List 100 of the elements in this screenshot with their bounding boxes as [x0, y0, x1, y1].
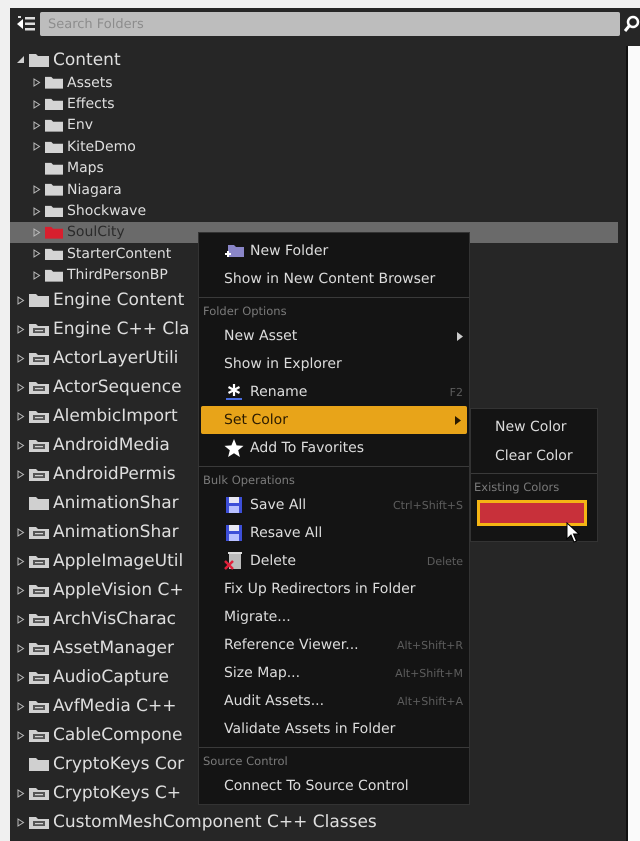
search-icon[interactable] — [624, 15, 640, 33]
menu-item[interactable]: Migrate... — [199, 603, 469, 631]
folder-item[interactable]: AndroidMedia — [10, 430, 170, 460]
menu-item[interactable]: New Color — [471, 412, 597, 441]
menu-item-label: New Asset — [224, 328, 298, 344]
collapsed-arrow-icon[interactable] — [16, 440, 25, 450]
menu-item[interactable]: Resave All — [199, 519, 469, 547]
code-folder-icon — [29, 641, 49, 656]
collapsed-arrow-icon[interactable] — [16, 788, 25, 798]
menu-item[interactable]: Clear Color — [471, 441, 597, 470]
folder-item[interactable]: AnimationShar — [10, 488, 179, 518]
folder-item[interactable]: Shockwave — [10, 200, 146, 222]
save-icon — [224, 496, 244, 514]
collapsed-arrow-icon[interactable] — [32, 100, 41, 109]
collapsed-arrow-icon[interactable] — [32, 142, 41, 152]
tree-toggle-icon[interactable] — [16, 15, 36, 33]
folder-item[interactable]: StarterContent — [10, 243, 172, 265]
shortcut-label: Ctrl+Shift+S — [393, 498, 463, 512]
folder-item[interactable]: ArchVisCharac — [10, 604, 176, 634]
asterisk-icon — [224, 383, 244, 401]
folder-item[interactable]: AnimationShar — [10, 518, 179, 547]
collapsed-arrow-icon[interactable] — [16, 470, 25, 479]
menu-item[interactable]: Connect To Source Control — [199, 772, 469, 800]
collapsed-arrow-icon[interactable] — [32, 185, 41, 194]
menu-item-label: Rename — [250, 384, 308, 400]
menu-section-header: Bulk Operations — [199, 466, 469, 491]
trash-icon — [224, 552, 244, 570]
folder-item[interactable]: KiteDemo — [10, 136, 136, 158]
collapsed-arrow-icon[interactable] — [16, 614, 25, 624]
code-folder-icon — [29, 815, 49, 830]
folder-item[interactable]: AudioCapture — [10, 662, 169, 692]
save-icon — [224, 524, 244, 542]
collapsed-arrow-icon[interactable] — [16, 586, 25, 595]
folder-item[interactable]: AlembicImport — [10, 402, 178, 431]
collapsed-arrow-icon[interactable] — [32, 206, 41, 216]
collapsed-arrow-icon[interactable] — [16, 818, 25, 827]
collapsed-arrow-icon[interactable] — [32, 270, 41, 280]
shortcut-label: Alt+Shift+M — [395, 666, 463, 680]
menu-item[interactable]: Size Map... Alt+Shift+M — [199, 659, 469, 687]
menu-item[interactable]: Set Color — [201, 406, 467, 434]
folder-item[interactable]: CableCompone — [10, 720, 183, 750]
folder-item[interactable]: CustomMeshComponent C++ Classes — [10, 808, 377, 837]
collapsed-arrow-icon[interactable] — [32, 249, 41, 258]
folder-item[interactable]: Engine C++ Cla — [10, 314, 190, 344]
collapsed-arrow-icon[interactable] — [16, 324, 25, 334]
collapsed-arrow-icon[interactable] — [32, 78, 41, 88]
menu-item[interactable]: New Folder — [199, 237, 469, 265]
menu-item[interactable]: Show in Explorer — [199, 350, 469, 378]
folder-item[interactable]: Env — [10, 114, 94, 136]
folder-item[interactable]: ActorSequence — [10, 372, 182, 402]
folder-item[interactable]: CryptoKeys Cor — [10, 750, 184, 779]
folder-item[interactable]: Maps — [10, 158, 104, 179]
collapsed-arrow-icon[interactable] — [16, 672, 25, 682]
folder-item[interactable]: AvfMedia C++ — [10, 692, 176, 721]
expanded-arrow-icon[interactable] — [16, 55, 25, 64]
menu-item[interactable]: Save All Ctrl+Shift+S — [199, 491, 469, 519]
folder-item[interactable]: Effects — [10, 93, 115, 115]
code-folder-icon — [29, 612, 49, 626]
menu-item[interactable]: Add To Favorites — [199, 434, 469, 462]
folder-item[interactable]: AssetManager — [10, 634, 174, 663]
code-folder-icon — [29, 438, 49, 452]
folder-item[interactable]: Assets — [10, 72, 113, 94]
collapsed-arrow-icon[interactable] — [16, 730, 25, 740]
menu-item[interactable]: Audit Assets... Alt+Shift+A — [199, 687, 469, 715]
collapsed-arrow-icon[interactable] — [16, 296, 25, 305]
folder-item[interactable]: Engine Content — [10, 286, 184, 315]
code-folder-icon — [29, 670, 49, 684]
menu-item[interactable]: Validate Assets in Folder — [199, 715, 469, 743]
collapsed-arrow-icon[interactable] — [16, 354, 25, 363]
folder-item[interactable]: ActorLayerUtili — [10, 344, 178, 373]
mouse-cursor-icon — [566, 522, 580, 544]
collapsed-arrow-icon[interactable] — [16, 412, 25, 421]
menu-item[interactable]: New Asset — [199, 322, 469, 350]
menu-item-label: Fix Up Redirectors in Folder — [224, 581, 417, 597]
menu-item-label: Delete — [250, 553, 297, 569]
collapsed-arrow-icon[interactable] — [16, 528, 25, 537]
menu-item[interactable]: Reference Viewer... Alt+Shift+R — [199, 631, 469, 659]
folder-item[interactable]: AndroidPermis — [10, 460, 176, 489]
folder-item[interactable]: CryptoKeys C+ — [10, 778, 181, 808]
collapsed-arrow-icon[interactable] — [32, 120, 41, 130]
menu-item[interactable]: Show in New Content Browser — [199, 265, 469, 293]
menu-item-label: New Folder — [250, 243, 330, 259]
collapsed-arrow-icon[interactable] — [16, 382, 25, 392]
folder-item[interactable]: AppleVision C+ — [10, 576, 184, 605]
menu-item-label: Resave All — [250, 525, 324, 541]
menu-item-label: Set Color — [224, 412, 289, 428]
menu-item[interactable]: Fix Up Redirectors in Folder — [199, 575, 469, 603]
folder-icon — [29, 496, 49, 510]
collapsed-arrow-icon[interactable] — [16, 644, 25, 653]
folder-item[interactable]: ThirdPersonBP — [10, 264, 168, 286]
collapsed-arrow-icon[interactable] — [16, 556, 25, 566]
code-folder-icon — [29, 786, 49, 800]
collapsed-arrow-icon[interactable] — [16, 702, 25, 711]
folder-item[interactable]: Content — [10, 47, 121, 72]
folder-item[interactable]: Niagara — [10, 178, 122, 200]
menu-item-label: Connect To Source Control — [224, 778, 410, 794]
color-swatch[interactable] — [477, 500, 587, 526]
menu-item[interactable]: Rename F2 — [199, 378, 469, 406]
menu-item[interactable]: Delete Delete — [199, 547, 469, 575]
folder-item[interactable]: AppleImageUtil — [10, 546, 184, 576]
